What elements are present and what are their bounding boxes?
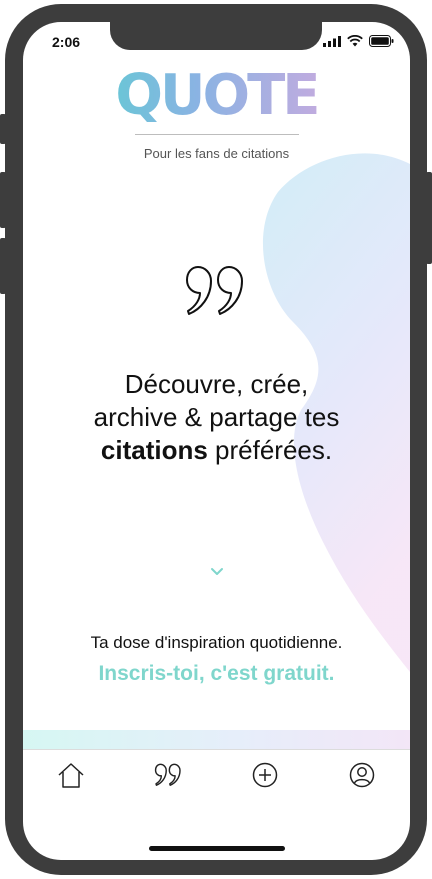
hero-headline: Découvre, crée, archive & partage tes ci… <box>43 368 390 467</box>
tagline: Pour les fans de citations <box>143 146 290 161</box>
logo-divider <box>135 134 299 135</box>
hero-line-2: archive & partage tes <box>93 402 340 432</box>
battery-icon <box>369 35 394 47</box>
hero-keyword: citations <box>100 435 208 465</box>
wifi-icon <box>347 35 363 47</box>
phone-mute-switch <box>0 114 6 144</box>
phone-volume-down <box>0 238 6 294</box>
signup-link[interactable]: Inscris-toi, c'est gratuit. <box>23 662 410 686</box>
tab-profile[interactable] <box>338 752 386 798</box>
quote-icon <box>154 763 181 786</box>
hero-line-3: citations préférées. <box>43 434 390 467</box>
hero-line-1: Découvre, crée, <box>124 369 309 399</box>
add-icon <box>252 762 278 788</box>
signal-icon <box>323 35 341 47</box>
tab-bar <box>23 749 410 800</box>
app-logo: QUOTE <box>23 68 410 124</box>
phone-volume-up <box>0 172 6 228</box>
status-time: 2:06 <box>52 34 81 50</box>
profile-icon <box>349 762 374 788</box>
quote-marks-icon <box>186 266 243 315</box>
gradient-band <box>23 730 410 750</box>
home-icon <box>58 763 84 788</box>
phone-power-button <box>426 172 432 264</box>
tab-quotes[interactable] <box>144 752 192 798</box>
tab-add[interactable] <box>241 752 289 798</box>
status-icons <box>323 35 394 47</box>
cta-subtitle: Ta dose d'inspiration quotidienne. <box>90 633 343 652</box>
hero-line-3-rest: préférées. <box>207 435 333 465</box>
chevron-down-icon[interactable] <box>210 567 224 576</box>
tab-home[interactable] <box>47 752 95 798</box>
home-indicator[interactable] <box>149 846 285 851</box>
app-screen: 2:06 QUOTE Pour les fans de citations Dé… <box>23 22 410 860</box>
phone-notch <box>110 22 322 50</box>
